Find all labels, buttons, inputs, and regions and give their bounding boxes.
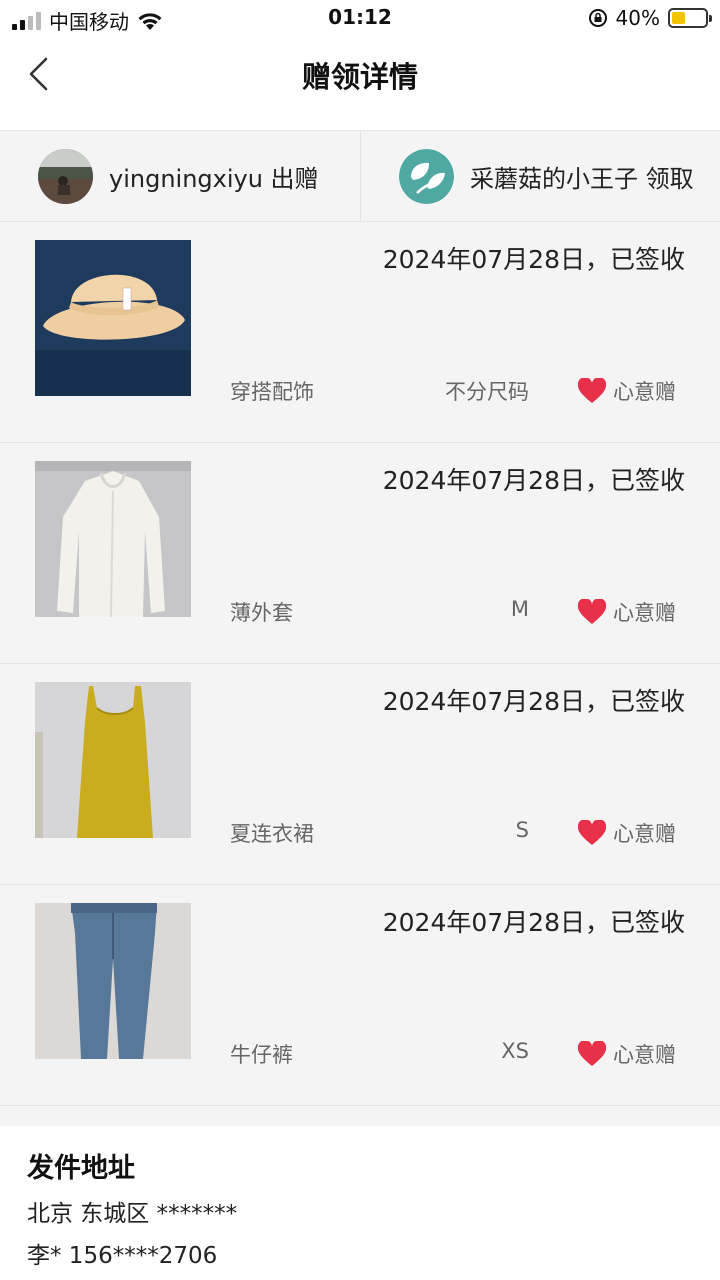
heart-icon — [578, 820, 606, 845]
heart-icon — [578, 378, 606, 403]
receiver-name: 采蘑菇的小王子 领取 — [470, 164, 694, 193]
giver-info[interactable]: yingningxiyu 出赠 — [38, 131, 319, 221]
address-line: 北京 东城区 ******* — [27, 1201, 238, 1227]
rotation-lock-icon — [588, 9, 607, 27]
item-list: 2024年07月28日，已签收 穿搭配饰 不分尺码 心意赠 2024年07月28… — [0, 222, 720, 1106]
heart-icon — [578, 599, 606, 624]
item-status: 2024年07月28日，已签收 — [382, 245, 685, 274]
yellow-dress-image — [35, 682, 191, 838]
giver-avatar-image — [38, 148, 93, 204]
gift-type-label: 心意赠 — [613, 1043, 676, 1067]
gift-type-label: 心意赠 — [613, 601, 676, 625]
page-title: 赠领详情 — [301, 60, 418, 94]
item-category: 薄外套 — [230, 601, 293, 625]
parties-divider — [360, 131, 361, 221]
receiver-avatar[interactable] — [399, 148, 454, 204]
nav-header: 赠领详情 — [0, 36, 720, 130]
battery-percent: 40% — [615, 6, 660, 30]
gift-type-label: 心意赠 — [613, 380, 676, 404]
giver-avatar[interactable] — [38, 148, 93, 204]
list-item[interactable]: 2024年07月28日，已签收 牛仔裤 XS 心意赠 — [0, 885, 720, 1106]
item-category: 牛仔裤 — [230, 1043, 293, 1067]
giver-name: yingningxiyu 出赠 — [109, 164, 319, 193]
item-thumbnail-white-jacket[interactable] — [35, 461, 191, 617]
status-bar: 中国移动 01:12 40% — [0, 0, 720, 36]
status-bar-right: 40% — [588, 6, 712, 30]
list-item[interactable]: 2024年07月28日，已签收 夏连衣裙 S 心意赠 — [0, 664, 720, 885]
item-size: XS — [501, 1039, 529, 1063]
item-thumbnail-bucket-hat[interactable] — [35, 240, 191, 396]
list-item[interactable]: 2024年07月28日，已签收 薄外套 M 心意赠 — [0, 443, 720, 664]
battery-level — [672, 12, 685, 24]
item-status: 2024年07月28日，已签收 — [382, 908, 685, 937]
item-status: 2024年07月28日，已签收 — [382, 466, 685, 495]
item-status: 2024年07月28日，已签收 — [382, 687, 685, 716]
list-item[interactable]: 2024年07月28日，已签收 穿搭配饰 不分尺码 心意赠 — [0, 222, 720, 443]
item-thumbnail-jeans[interactable] — [35, 903, 191, 1059]
gift-type-label: 心意赠 — [613, 822, 676, 846]
item-size: S — [515, 818, 529, 842]
item-size: M — [510, 597, 529, 621]
item-category: 穿搭配饰 — [230, 380, 314, 404]
parties-bar: yingningxiyu 出赠 采蘑菇的小王子 领取 — [0, 130, 720, 222]
address-title: 发件地址 — [27, 1153, 135, 1184]
receiver-info[interactable]: 采蘑菇的小王子 领取 — [399, 131, 694, 221]
white-jacket-image — [35, 461, 191, 617]
item-size: 不分尺码 — [445, 380, 529, 404]
battery-icon — [668, 8, 712, 28]
shipping-address-section: 发件地址 北京 东城区 ******* 李* 156****2706 — [0, 1126, 720, 1280]
heart-icon — [578, 1041, 606, 1066]
address-contact: 李* 156****2706 — [27, 1243, 218, 1269]
leaf-logo-icon — [399, 148, 454, 204]
item-category: 夏连衣裙 — [230, 822, 314, 846]
item-thumbnail-yellow-dress[interactable] — [35, 682, 191, 838]
jeans-image — [35, 903, 191, 1059]
bucket-hat-image — [35, 240, 191, 396]
